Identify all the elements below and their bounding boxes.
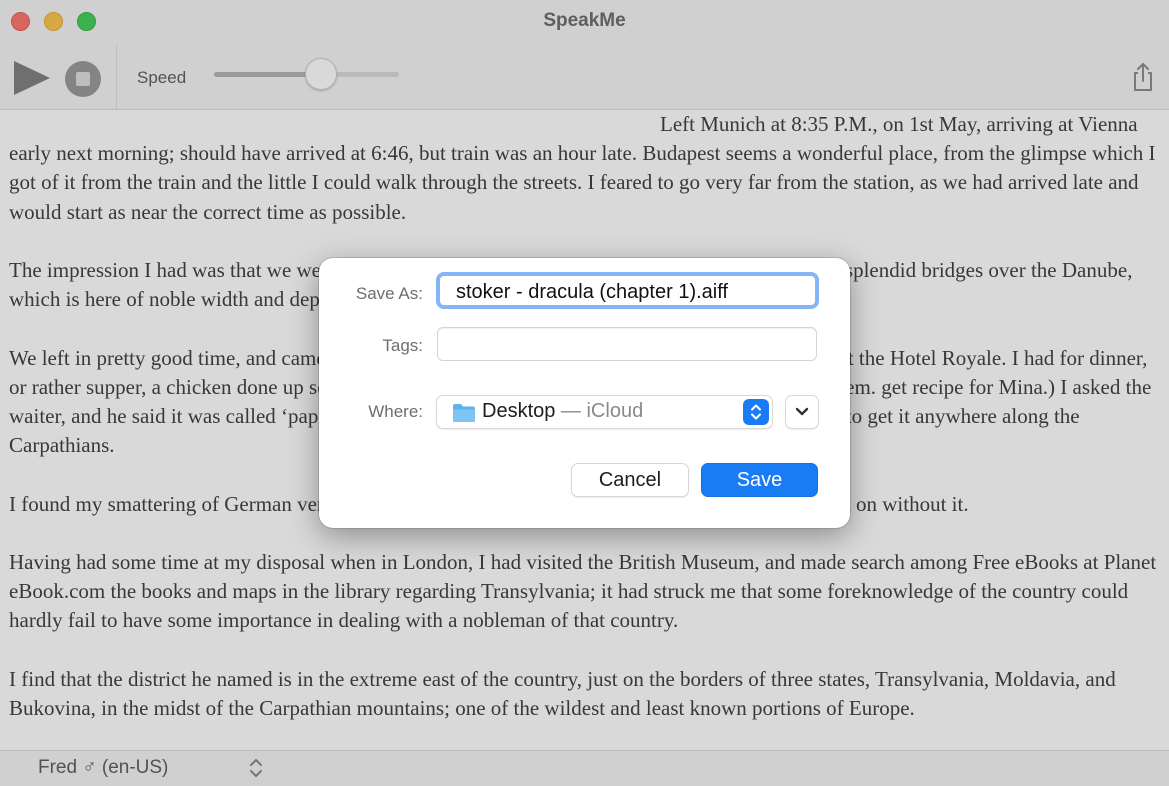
- save-as-label: Save As:: [355, 284, 423, 303]
- where-dropdown[interactable]: Desktop — iCloud: [436, 395, 773, 429]
- app-window: SpeakMe Speed Left Munich at 8:35 P.M., …: [0, 0, 1169, 786]
- where-label: Where:: [368, 402, 423, 421]
- chevron-down-icon: [795, 407, 809, 416]
- save-dialog: Save As: Tags: Where: Desktop — iCloud C: [319, 258, 850, 528]
- where-value: Desktop — iCloud: [482, 400, 643, 423]
- chevron-updown-icon: [743, 399, 769, 425]
- folder-icon: [453, 404, 475, 422]
- where-location: — iCloud: [555, 400, 644, 422]
- tags-input[interactable]: [437, 327, 817, 361]
- tags-label: Tags:: [382, 336, 423, 355]
- save-button[interactable]: Save: [701, 463, 818, 497]
- where-folder: Desktop: [482, 400, 556, 422]
- expand-dialog-button[interactable]: [785, 395, 819, 429]
- filename-input[interactable]: [436, 272, 819, 309]
- cancel-button[interactable]: Cancel: [571, 463, 689, 497]
